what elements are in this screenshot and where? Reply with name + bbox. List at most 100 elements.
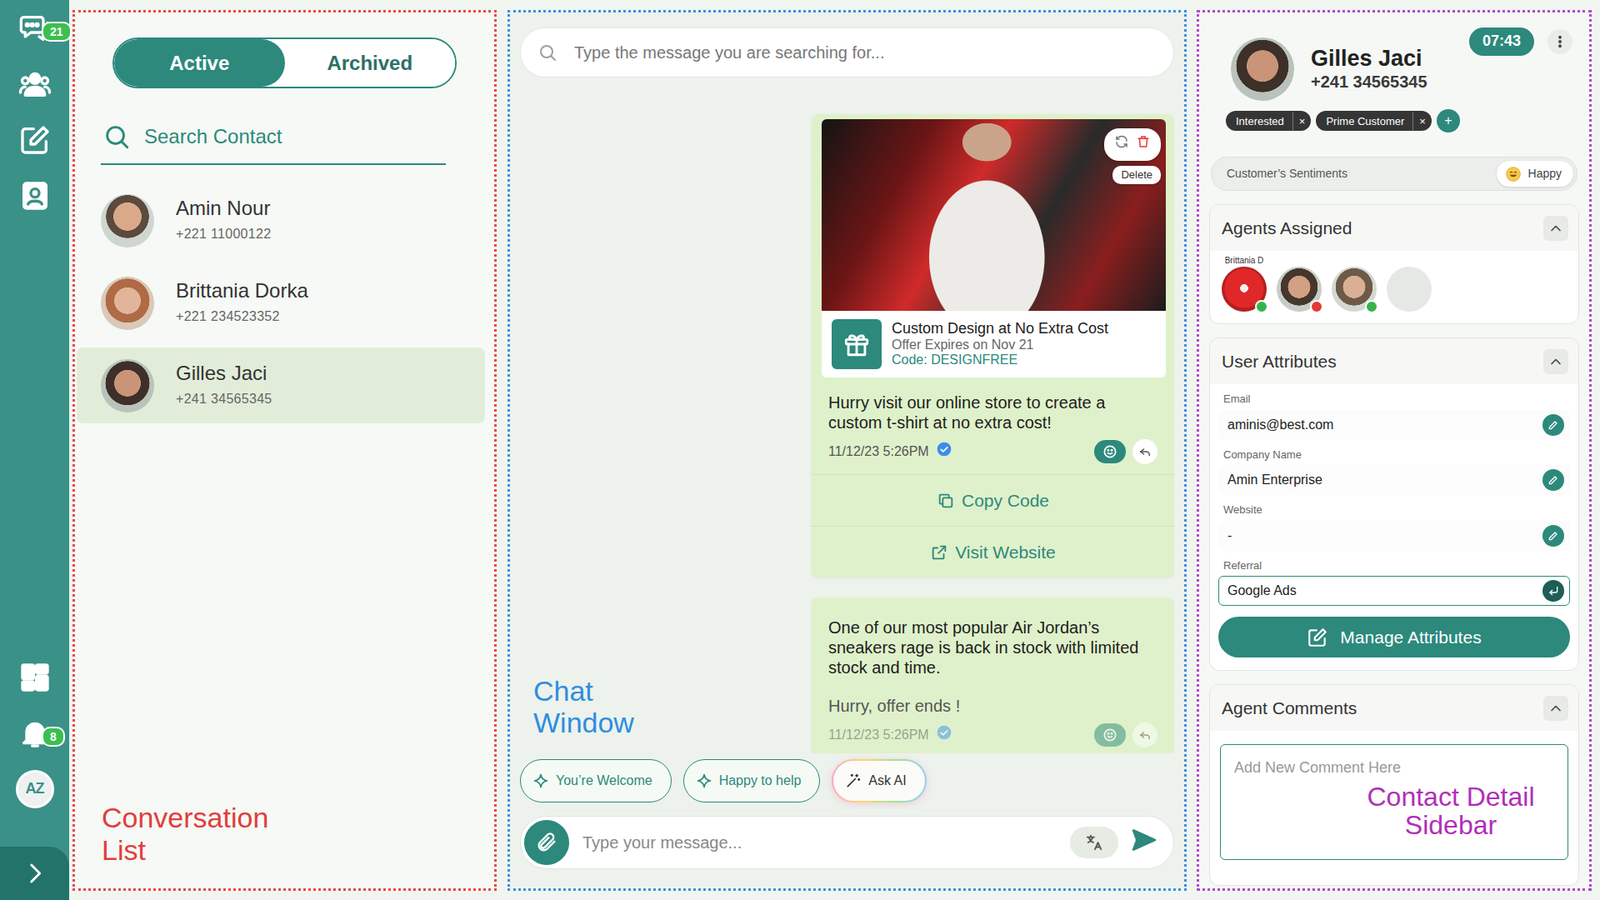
attribute-field: -	[1218, 520, 1570, 551]
dashboard-nav-button[interactable]	[0, 649, 70, 705]
section-title: Agents Assigned	[1221, 215, 1352, 242]
comment-input[interactable]	[1220, 745, 1568, 784]
attach-button[interactable]	[524, 820, 570, 865]
message-bubble: DeleteCustom Design at No Extra CostOffe…	[811, 114, 1175, 578]
status-dot	[1310, 300, 1324, 314]
message-text: Hurry, offer ends !	[821, 677, 1166, 716]
action-label: Copy Code	[961, 487, 1050, 515]
notifications-nav-button[interactable]: 8	[0, 705, 70, 761]
check-badge-icon	[935, 440, 953, 458]
remove-tag-button[interactable]: ×	[1292, 111, 1312, 131]
attribute-value: -	[1227, 525, 1536, 546]
more-button[interactable]	[1547, 29, 1573, 55]
collapse-button[interactable]	[1543, 215, 1569, 241]
sentiment-bar: Customer’s SentimentsHappy	[1210, 156, 1578, 191]
agent-avatar[interactable]	[1221, 266, 1267, 312]
edit-attribute-button[interactable]	[1542, 525, 1565, 547]
magic-wand-icon	[845, 772, 862, 790]
contact-name: Gilles Jaci	[1310, 45, 1453, 72]
conversation-tab[interactable]: Archived	[285, 39, 456, 87]
agent-list: Brittania D	[1210, 250, 1579, 324]
message-input[interactable]	[580, 829, 1059, 856]
chip-label: Ask AI	[868, 770, 906, 791]
react-button[interactable]	[1094, 723, 1126, 747]
message-search-input[interactable]	[572, 39, 1157, 66]
nav-rail: 21 8 AZ	[0, 0, 70, 900]
expand-button[interactable]	[0, 846, 70, 900]
message-thread: Chat WindowDeleteCustom Design at No Ext…	[520, 77, 1175, 754]
contact-avatar	[100, 194, 155, 248]
attribute-input[interactable]	[1227, 580, 1536, 601]
contact-search-input[interactable]	[144, 118, 446, 155]
attribute-value: Amin Enterprise	[1227, 470, 1536, 490]
count-badge: 8	[41, 726, 65, 747]
contact-detail-sidebar: Gilles Jaci+241 3456534507:43Interested×…	[1196, 10, 1592, 891]
quick-reply-chip[interactable]: Happy to help	[683, 759, 821, 803]
translate-button[interactable]	[1070, 826, 1119, 859]
delete-image-button[interactable]	[1135, 134, 1151, 155]
empty-agent-slot[interactable]	[1386, 266, 1432, 312]
image-tool-pill	[1104, 128, 1161, 161]
agent-hover-label: Brittania D	[1225, 255, 1265, 265]
message-time: 11/12/23 5:26PM	[828, 441, 930, 462]
gift-badge	[831, 319, 882, 370]
chevron-up-icon	[1547, 700, 1565, 717]
attribute-label: Email	[1223, 392, 1570, 406]
ask-ai-button[interactable]: Ask AI	[831, 759, 926, 803]
reply-button[interactable]	[1132, 722, 1158, 748]
image-tools: Delete	[1104, 128, 1161, 185]
pencil-icon	[1546, 529, 1560, 543]
copy-code-button[interactable]: Copy Code	[811, 474, 1175, 526]
save-attribute-button[interactable]	[1542, 580, 1565, 602]
contact-row[interactable]: Gilles Jaci+241 34565345	[76, 347, 485, 424]
send-button[interactable]	[1130, 825, 1159, 860]
check-badge-icon	[935, 724, 953, 741]
chats-nav-button[interactable]: 21	[0, 0, 70, 56]
trash-icon	[1135, 134, 1151, 150]
agent-slot	[1276, 266, 1322, 312]
agent-avatar[interactable]	[1276, 266, 1322, 312]
agent-avatar[interactable]	[1331, 266, 1377, 312]
reply-button[interactable]	[1132, 439, 1158, 465]
contact-row[interactable]: Brittania Dorka+221 234523352	[76, 265, 485, 341]
replace-image-button[interactable]	[1114, 134, 1130, 155]
button-label: Manage Attributes	[1340, 624, 1481, 651]
chat-window: Chat WindowDeleteCustom Design at No Ext…	[507, 10, 1187, 891]
contact-search	[100, 118, 446, 165]
attribute-list: Emailaminis@best.comCompany NameAmin Ent…	[1210, 392, 1579, 670]
contact-row[interactable]: Amin Nour+221 11000122	[76, 182, 485, 259]
dashboard-icon	[18, 660, 52, 695]
read-receipt	[935, 440, 953, 464]
directory-nav-button[interactable]	[0, 167, 70, 224]
message-meta: 11/12/23 5:26PM	[821, 432, 1166, 475]
quick-reply-chip[interactable]: You’re Welcome	[520, 759, 672, 803]
chip-label: You’re Welcome	[555, 770, 653, 791]
remove-tag-button[interactable]: ×	[1412, 111, 1432, 131]
comments-section: Agent CommentsContact Detail Sidebar	[1209, 684, 1580, 886]
edit-attribute-button[interactable]	[1542, 469, 1565, 491]
contacts-nav-button[interactable]	[0, 55, 70, 112]
status-dot	[1255, 300, 1269, 314]
brand-logo[interactable]: AZ	[0, 760, 70, 817]
collapse-button[interactable]	[1543, 695, 1569, 721]
message-column: DeleteCustom Design at No Extra CostOffe…	[811, 114, 1175, 754]
attribute-field	[1218, 575, 1570, 606]
chevron-up-icon	[1547, 353, 1565, 370]
chip-label: Happy to help	[719, 770, 802, 791]
translate-icon	[1085, 833, 1104, 852]
contact-name: Gilles Jaci	[175, 361, 273, 386]
reply-arrow-icon	[1137, 444, 1153, 460]
manage-attributes-button[interactable]: Manage Attributes	[1218, 616, 1570, 658]
session-timer: 07:43	[1469, 27, 1535, 56]
edit-attribute-button[interactable]	[1542, 414, 1565, 436]
collapse-button[interactable]	[1543, 349, 1569, 375]
attribute-field: Amin Enterprise	[1218, 465, 1570, 495]
compose-nav-button[interactable]	[0, 111, 70, 168]
add-tag-button[interactable]: +	[1436, 109, 1460, 133]
visit-website-button[interactable]: Visit Website	[811, 525, 1175, 578]
conversation-tab[interactable]: Active	[114, 39, 285, 87]
agents-section: Agents Assigned Brittania D	[1209, 204, 1580, 325]
status-dot	[1365, 300, 1379, 314]
refresh-icon	[1114, 134, 1130, 150]
react-button[interactable]	[1094, 440, 1126, 464]
